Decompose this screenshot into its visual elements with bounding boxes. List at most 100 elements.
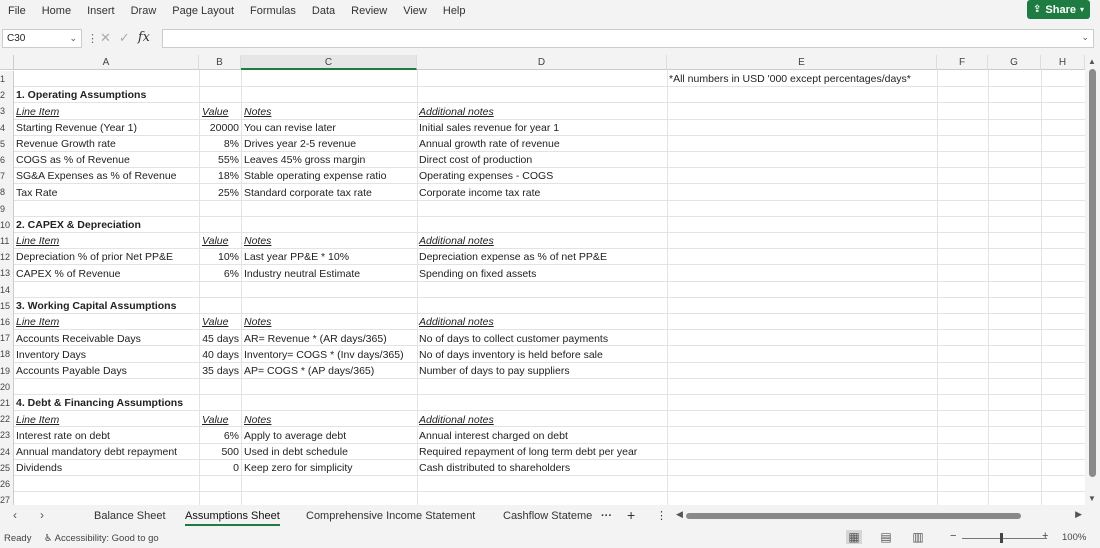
chevron-down-icon: ▾ [1079,5,1084,14]
column-header-f[interactable]: F [937,55,988,70]
row-header[interactable]: 12 [0,249,14,266]
cell-item: Starting Revenue (Year 1) [16,122,138,134]
scroll-down-icon[interactable]: ▼ [1088,494,1096,503]
formula-bar: C30 ⌄ ⋮ ✕ ✓ fx ⌄ [0,26,1100,52]
zoom-out-button[interactable]: − [950,530,956,542]
row-header[interactable]: 6 [0,152,14,169]
cell-value: 35 days [202,365,239,377]
row-header[interactable]: 19 [0,362,14,379]
row-header[interactable]: 24 [0,443,14,460]
cell-item: Inventory Days [16,349,87,361]
tab-balance-sheet[interactable]: Balance Sheet [94,508,166,524]
menu-draw[interactable]: Draw [123,1,165,21]
row-header[interactable]: 20 [0,378,14,395]
horizontal-scrollbar[interactable]: ◀ ▶ [676,509,1082,521]
row-header[interactable]: 9 [0,200,14,217]
vertical-scroll-thumb[interactable] [1089,69,1096,477]
chevron-right-icon[interactable]: › [40,508,44,522]
menu-help[interactable]: Help [435,1,474,21]
scroll-left-icon[interactable]: ◀ [676,509,683,520]
normal-view-icon[interactable]: ▦ [846,530,862,544]
row-header[interactable]: 11 [0,233,14,250]
more-tabs-icon[interactable]: ··· [601,508,612,524]
menu-review[interactable]: Review [343,1,395,21]
row-header[interactable]: 3 [0,103,14,120]
cell-notes: Drives year 2-5 revenue [244,138,357,150]
row-header[interactable]: 8 [0,184,14,201]
cell-value: 500 [221,446,239,458]
spreadsheet-grid[interactable]: A B C D E F G H 1 2 3 4 5 6 7 8 9 10 11 12 13 14 15 16 1… [0,55,1085,505]
row-header[interactable]: 1 [0,71,14,88]
row-header[interactable]: 18 [0,346,14,363]
accessibility-status[interactable]: ♿ Accessibility: Good to go [44,533,159,544]
chevron-left-icon[interactable]: ‹ [13,508,17,522]
row-header[interactable]: 2 [0,87,14,104]
cancel-icon[interactable]: ✕ [100,30,111,46]
menu-data[interactable]: Data [304,1,343,21]
menu-insert[interactable]: Insert [79,1,123,21]
row-header[interactable]: 27 [0,492,14,505]
row-header[interactable]: 4 [0,119,14,136]
row-header[interactable]: 23 [0,427,14,444]
row-header[interactable]: 15 [0,297,14,314]
select-all-corner[interactable] [0,55,14,70]
menu-view[interactable]: View [395,1,435,21]
row-header[interactable]: 22 [0,411,14,428]
zoom-slider-handle[interactable] [1000,533,1003,543]
tab-comprehensive-income-statement[interactable]: Comprehensive Income Statement [306,508,475,524]
cell-additional: Required repayment of long term debt per… [419,446,638,458]
scroll-up-icon[interactable]: ▲ [1088,57,1096,66]
cell-value: 0 [233,462,239,474]
column-header-d[interactable]: D [417,55,667,70]
menu-page-layout[interactable]: Page Layout [164,1,242,21]
row-header[interactable]: 25 [0,459,14,476]
row-header[interactable]: 10 [0,216,14,233]
add-sheet-button[interactable]: + [627,508,635,522]
menu-file[interactable]: File [0,1,34,21]
row-header[interactable]: 14 [0,281,14,298]
zoom-in-button[interactable]: + [1042,530,1048,542]
row-header[interactable]: 7 [0,168,14,185]
column-header-e[interactable]: E [667,55,937,70]
header-value: Value [202,106,229,118]
share-button[interactable]: ⇪ Share ▾ [1027,0,1090,19]
zoom-level[interactable]: 100% [1062,532,1086,543]
cell-value: 6% [223,268,239,280]
insert-function-icon[interactable]: fx [138,30,150,46]
name-box[interactable]: C30 ⌄ [2,29,82,48]
chevron-down-icon[interactable]: ⌄ [69,33,77,44]
more-options-icon[interactable]: ⋮ [87,32,98,45]
enter-icon[interactable]: ✓ [119,30,130,46]
cell-item: Accounts Receivable Days [16,333,141,345]
cell-notes: Industry neutral Estimate [244,268,361,280]
cell-additional: No of days inventory is held before sale [419,349,603,361]
row-header[interactable]: 5 [0,135,14,152]
cell-notes: Stable operating expense ratio [244,170,387,182]
more-options-icon[interactable]: ⋮ [656,508,667,524]
column-header-a[interactable]: A [14,55,199,70]
horizontal-scroll-thumb[interactable] [686,513,1021,519]
cell-item: Tax Rate [16,187,58,199]
menu-home[interactable]: Home [34,1,79,21]
row-header[interactable]: 13 [0,265,14,282]
header-additional-notes: Additional notes [419,106,494,118]
formula-input[interactable]: ⌄ [162,29,1094,48]
page-layout-view-icon[interactable]: ▤ [878,530,894,544]
scroll-right-icon[interactable]: ▶ [1075,509,1082,520]
row-header[interactable]: 26 [0,476,14,493]
page-break-view-icon[interactable]: ▥ [910,530,926,544]
column-header-h[interactable]: H [1041,55,1085,70]
row-header[interactable]: 17 [0,330,14,347]
tab-assumptions-sheet[interactable]: Assumptions Sheet [185,508,280,526]
column-header-b[interactable]: B [199,55,241,70]
column-header-g[interactable]: G [988,55,1041,70]
tab-cashflow-statement[interactable]: Cashflow Stateme [503,508,592,524]
cell-item: SG&A Expenses as % of Revenue [16,170,177,182]
vertical-scrollbar[interactable]: ▲ ▼ [1085,55,1100,505]
menu-formulas[interactable]: Formulas [242,1,304,21]
row-header[interactable]: 16 [0,314,14,331]
zoom-slider[interactable] [962,538,1047,539]
column-header-c[interactable]: C [241,55,417,70]
expand-formula-icon[interactable]: ⌄ [1081,32,1089,43]
row-header[interactable]: 21 [0,395,14,412]
